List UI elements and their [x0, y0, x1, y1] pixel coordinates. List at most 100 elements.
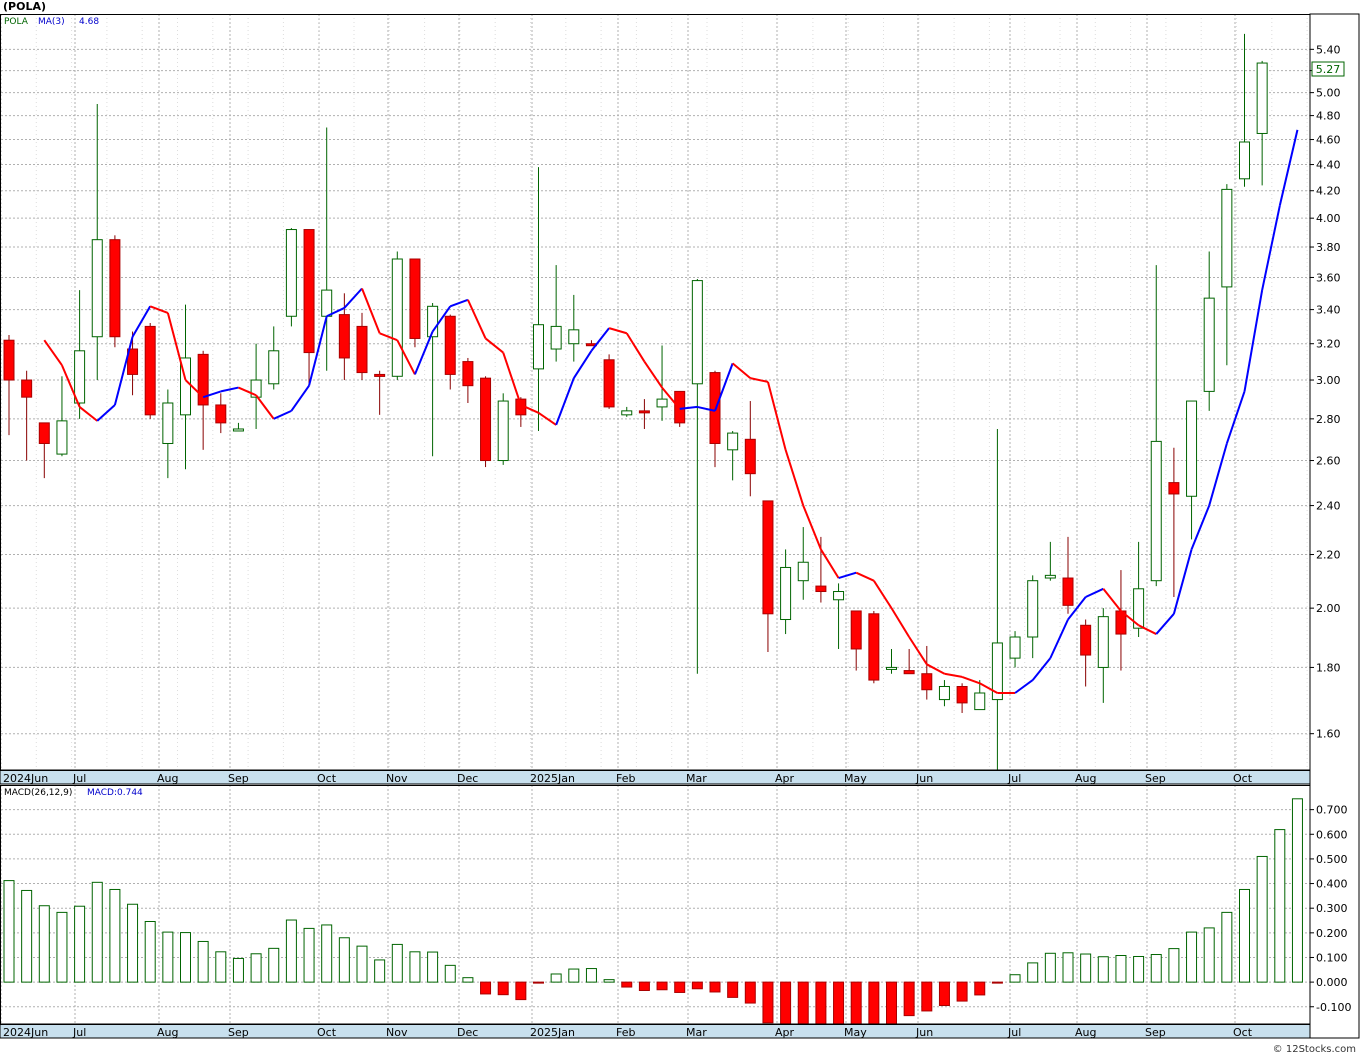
candle-body-down — [144, 325, 156, 416]
macd-bar-positive — [568, 968, 580, 983]
macd-bar-positive — [1133, 955, 1145, 983]
price-x-label: Jul — [1007, 772, 1021, 785]
candle-body-up — [321, 289, 333, 317]
last-price-badge: 5.27 — [1311, 61, 1345, 77]
candle — [356, 312, 368, 381]
macd-bar-positive — [3, 880, 15, 983]
macd-bar-negative — [533, 981, 544, 984]
candle-body-up — [938, 685, 950, 701]
candle-body-down — [462, 361, 474, 387]
price-x-label: Mar — [686, 772, 707, 785]
price-tick-label: 3.60 — [1316, 271, 1341, 284]
price-x-label: Aug — [1075, 772, 1096, 785]
macd-x-label: Jun — [915, 1026, 933, 1039]
candle-body-down — [356, 325, 368, 374]
ma-segment — [1014, 679, 1034, 694]
candle — [232, 422, 244, 432]
macd-bar-positive — [1115, 955, 1127, 983]
candle — [338, 293, 350, 381]
macd-bar-positive — [1256, 855, 1268, 983]
legend-symbol: POLA — [4, 17, 29, 27]
candle — [850, 610, 862, 671]
candle — [956, 683, 968, 713]
candle — [991, 428, 1003, 770]
candle-body-down — [744, 438, 756, 475]
ma-segment — [944, 672, 963, 678]
ma-segment — [502, 352, 522, 406]
candle — [568, 294, 580, 362]
macd-bar-positive — [321, 924, 333, 983]
candle — [797, 527, 809, 600]
candlestick-series — [3, 33, 1268, 770]
ma-segment — [166, 312, 187, 381]
macd-bar-positive — [303, 927, 315, 983]
candle-body-down — [109, 239, 121, 338]
macd-tick-label: 0.300 — [1316, 902, 1348, 915]
candle — [180, 304, 191, 470]
price-tick-label: 2.40 — [1316, 500, 1341, 513]
macd-tick-label: 0.400 — [1316, 878, 1348, 891]
macd-bar-positive — [603, 979, 615, 983]
macd-x-label: Sep — [228, 1026, 249, 1039]
candle — [3, 334, 15, 436]
macd-bar-negative — [621, 981, 633, 988]
macd-x-axis-band — [0, 1023, 1311, 1039]
macd-bar-positive — [550, 973, 562, 983]
candle-body-up — [974, 692, 986, 711]
price-x-label: Jun — [915, 772, 933, 785]
candle — [780, 549, 792, 635]
ma-segment — [255, 394, 275, 420]
macd-bar-positive — [268, 947, 280, 983]
macd-bar-positive — [144, 921, 156, 983]
candle — [833, 583, 845, 649]
candle-body-down — [956, 685, 968, 704]
ma-segment — [961, 675, 981, 685]
price-tick-label: 2.20 — [1316, 549, 1341, 562]
candle — [409, 258, 421, 348]
candle-body-up — [1027, 580, 1039, 638]
price-x-label: Oct — [317, 772, 337, 785]
macd-bar-positive — [1150, 954, 1162, 983]
macd-bar-positive — [215, 951, 227, 983]
ma-segment — [1102, 588, 1122, 612]
candle-body-up — [1044, 574, 1056, 579]
macd-bar-negative — [921, 981, 933, 1012]
ma-segment — [1155, 613, 1175, 635]
candle-body-down — [303, 229, 315, 354]
ma-segment — [1172, 549, 1193, 615]
candle — [1239, 33, 1250, 187]
candle — [1150, 265, 1162, 587]
candle-body-down — [197, 353, 209, 406]
candle — [1115, 570, 1127, 671]
candle-body-up — [1097, 616, 1109, 668]
macd-bar-negative — [727, 981, 739, 998]
macd-x-label: Apr — [775, 1026, 795, 1039]
price-tick-label: 5.40 — [1316, 43, 1341, 56]
candle — [1256, 60, 1268, 186]
candle-body-down — [38, 422, 50, 444]
macd-bar-negative — [674, 981, 686, 993]
ma-segment — [590, 327, 610, 352]
candle-body-down — [903, 670, 915, 675]
candle-body-up — [1150, 440, 1162, 582]
candle — [197, 350, 209, 450]
candle-body-up — [797, 561, 809, 582]
price-x-label: Sep — [1145, 772, 1166, 785]
macd-bar-negative — [762, 981, 774, 1024]
macd-x-label: Mar — [686, 1026, 707, 1039]
macd-bar-positive — [338, 937, 350, 983]
candle — [321, 127, 333, 371]
macd-x-label: May — [844, 1026, 867, 1039]
macd-bar-positive — [21, 889, 33, 983]
candle-body-up — [268, 350, 280, 385]
macd-x-label: Oct — [317, 1026, 337, 1039]
price-tick-label: 3.00 — [1316, 374, 1341, 387]
macd-bar-positive — [180, 932, 191, 983]
ma-segment — [732, 362, 751, 379]
axis-labels: 1.60 1.80 2.00 2.20 2.40 2.60 2.80 3.00 3.20 3.40… — [1310, 43, 1351, 1014]
macd-x-label: Aug — [1075, 1026, 1096, 1039]
legend-ma-label: MA(3) — [38, 17, 65, 27]
macd-bar-negative — [480, 981, 492, 995]
candle-body-up — [391, 258, 403, 377]
price-x-label: 2024Jun — [3, 772, 48, 785]
